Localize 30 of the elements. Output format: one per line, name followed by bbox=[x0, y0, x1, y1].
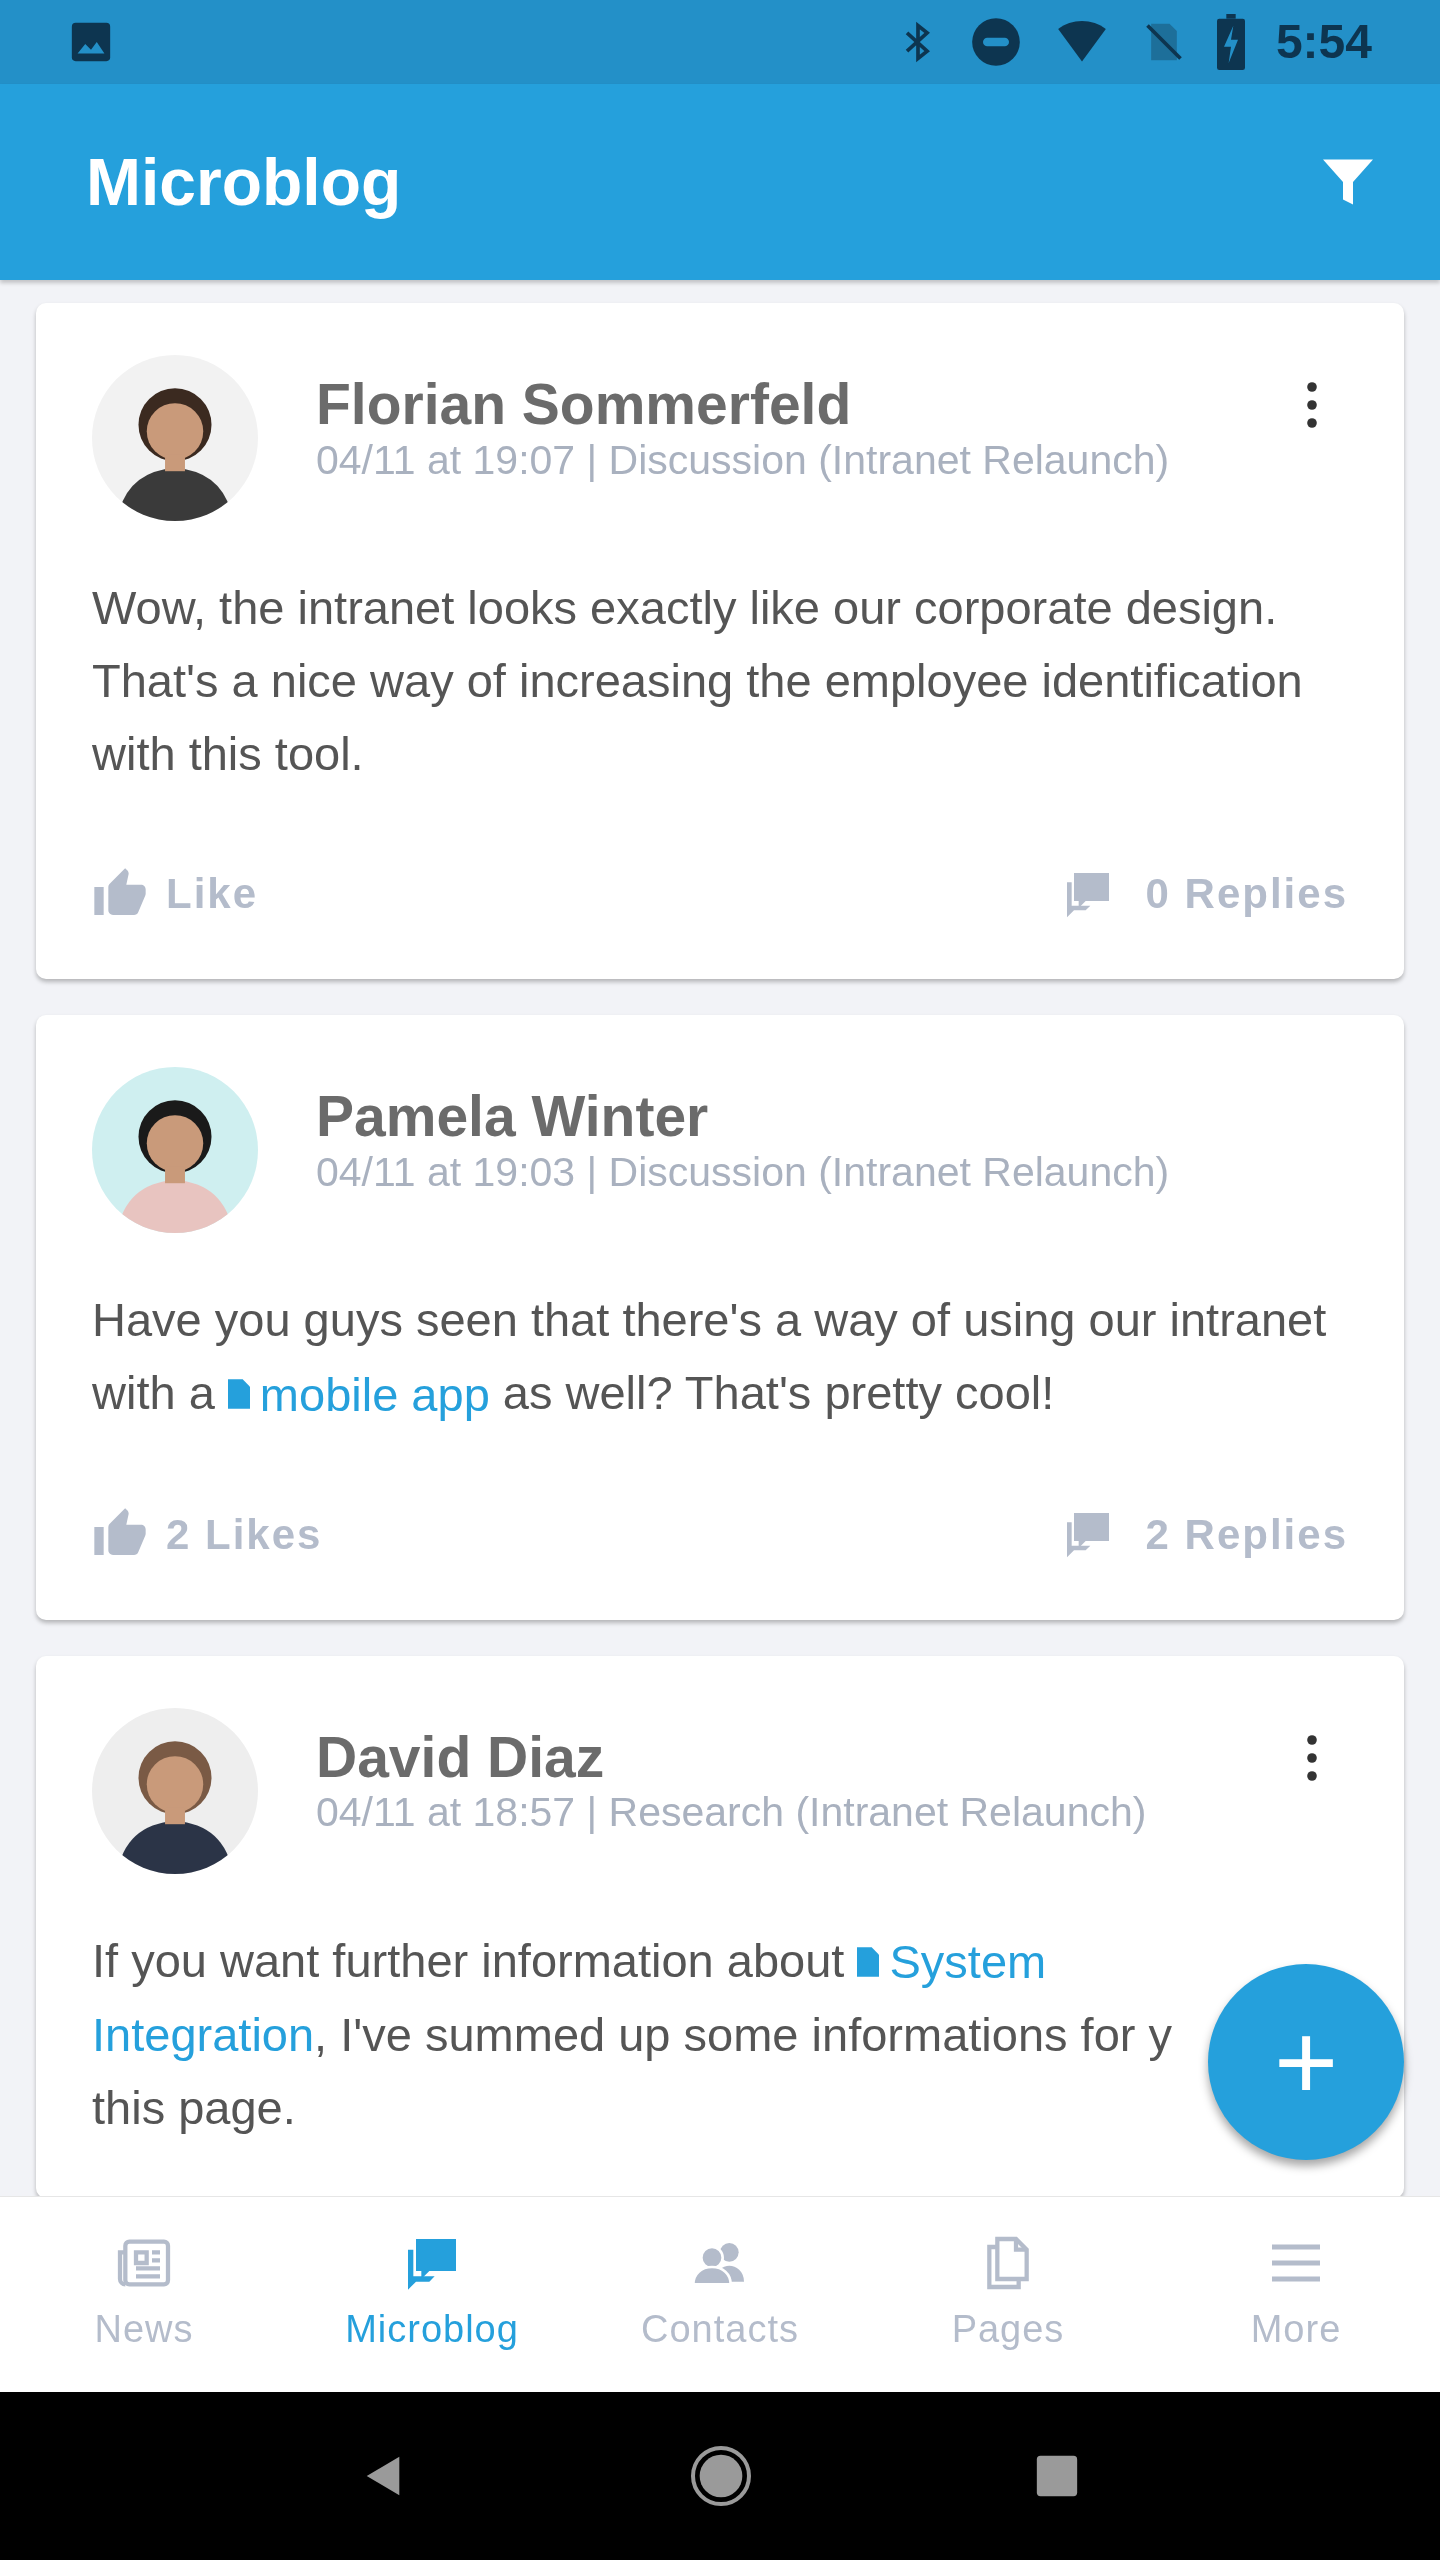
post-meta: 04/11 at 19:07 | Discussion (Intranet Relaunch) bbox=[316, 435, 1171, 485]
home-icon[interactable] bbox=[689, 2444, 753, 2508]
replies-button[interactable]: 2 Replies bbox=[1059, 1502, 1348, 1566]
status-time: 5:54 bbox=[1275, 14, 1372, 70]
post-meta: 04/11 at 19:03 | Discussion (Intranet Relaunch) bbox=[316, 1147, 1171, 1197]
recent-apps-icon[interactable] bbox=[1035, 2454, 1079, 2498]
nav-tab[interactable]: Pages bbox=[864, 2197, 1152, 2392]
like-button[interactable]: 2 Likes bbox=[92, 1502, 323, 1566]
more-options-icon[interactable] bbox=[1306, 1733, 1318, 1782]
nav-tab[interactable]: News bbox=[0, 2197, 288, 2392]
document-link[interactable]: mobile app bbox=[227, 1357, 490, 1431]
replies-button[interactable]: 0 Replies bbox=[1059, 862, 1348, 925]
author-name: Florian Sommerfeld bbox=[316, 373, 853, 436]
more-options-icon[interactable] bbox=[1306, 381, 1318, 429]
document-icon bbox=[227, 1379, 250, 1409]
nav-tab[interactable]: Microblog bbox=[288, 2197, 576, 2392]
author-name: Pamela Winter bbox=[316, 1085, 710, 1148]
document-link[interactable]: System bbox=[857, 1925, 1047, 1998]
document-icon bbox=[857, 1946, 880, 1977]
battery-charging-icon bbox=[1215, 14, 1246, 70]
app-title: Microblog bbox=[86, 143, 402, 221]
document-link[interactable]: Integration bbox=[92, 2008, 315, 2061]
nav-tab[interactable]: More bbox=[1152, 2197, 1440, 2392]
like-button[interactable]: Like bbox=[92, 862, 259, 925]
nav-tab[interactable]: Contacts bbox=[576, 2197, 864, 2392]
do-not-disturb-icon bbox=[969, 16, 1022, 68]
post-text: Wow, the intranet looks exactly like our corporate design. That's a nice way of increasing the employee identification with this tool. bbox=[92, 580, 1304, 782]
author-name: David Diaz bbox=[316, 1725, 606, 1789]
post-meta: 04/11 at 18:57 | Research (Intranet Relaunch) bbox=[316, 1788, 1148, 1838]
post-text: Have you guys seen that there's a way of using our intranet with a mobile app as well? That's pretty cool! bbox=[92, 1283, 1348, 1431]
